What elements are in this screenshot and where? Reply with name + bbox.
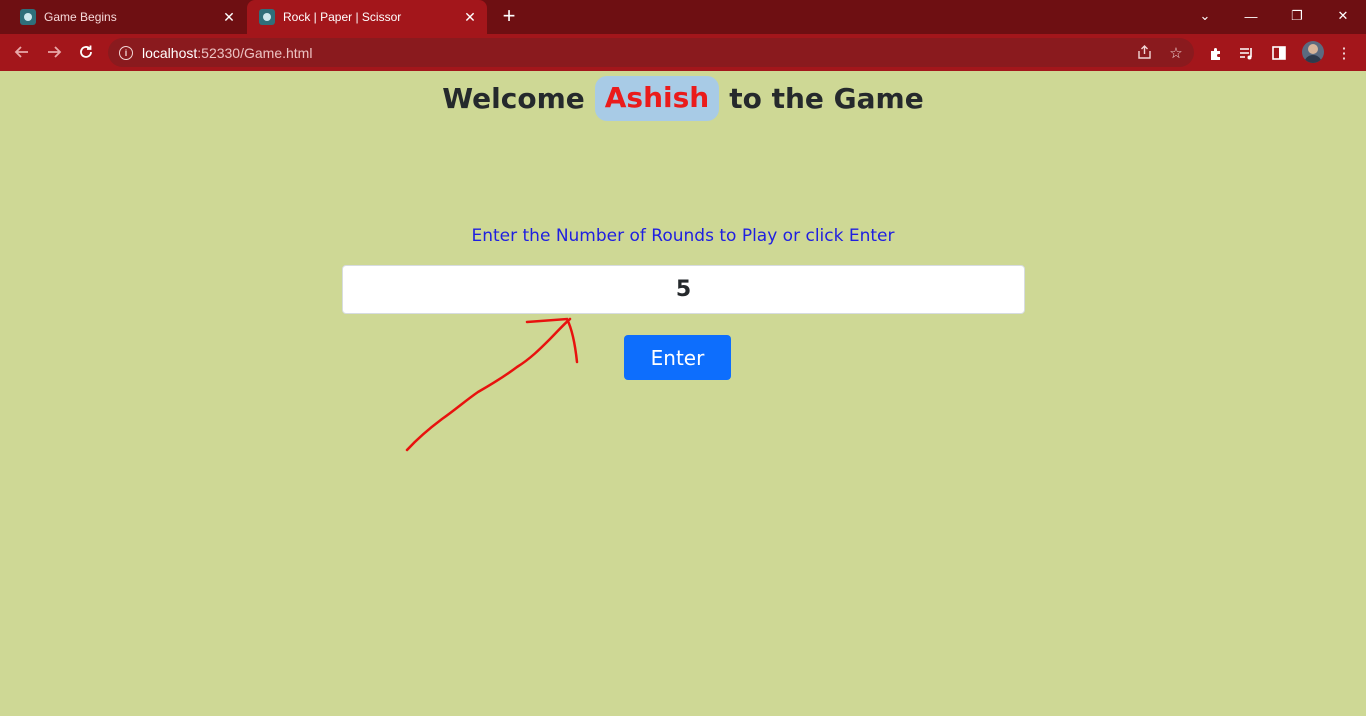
red-annotation-arrow: [405, 317, 579, 452]
heading-welcome: Welcome: [442, 81, 585, 115]
tab-rock-paper-scissor[interactable]: Rock | Paper | Scissor ✕: [247, 0, 487, 34]
url-host: localhost: [142, 44, 198, 61]
forward-arrow-icon[interactable]: [40, 38, 68, 66]
heading-to-the-game: to the Game: [729, 81, 924, 115]
page-content: Welcome Ashish to the Game Enter the Num…: [0, 71, 1366, 716]
restore-icon[interactable]: ❐: [1274, 0, 1320, 32]
annotation-arrow-shaft: [405, 317, 572, 452]
side-panel-icon[interactable]: [1265, 39, 1293, 67]
reload-icon[interactable]: [72, 38, 100, 66]
enter-button[interactable]: Enter: [624, 335, 731, 380]
tab-title: Rock | Paper | Scissor: [283, 10, 402, 24]
window-close-icon[interactable]: ✕: [1320, 0, 1366, 32]
profile-avatar[interactable]: [1302, 41, 1324, 63]
new-tab-plus-icon[interactable]: +: [497, 5, 521, 29]
page-title: Welcome Ashish to the Game: [0, 71, 1366, 125]
menu-dots-icon[interactable]: ⋮: [1330, 39, 1358, 67]
browser-toolbar: i localhost:52330/Game.html ☆ ⋮: [0, 34, 1366, 71]
tab-search-chevron-icon[interactable]: ⌄: [1182, 0, 1228, 32]
tab-favicon-icon: [20, 9, 36, 25]
tab-strip: Game Begins ✕ Rock | Paper | Scissor ✕ +…: [0, 0, 1366, 34]
tab-close-icon[interactable]: ✕: [459, 6, 481, 28]
info-icon[interactable]: i: [119, 45, 133, 60]
back-arrow-icon[interactable]: [8, 38, 36, 66]
url-path: :52330/Game.html: [197, 44, 313, 61]
extensions-icon[interactable]: [1202, 39, 1230, 67]
tab-game-begins[interactable]: Game Begins ✕: [0, 0, 246, 34]
tab-close-icon[interactable]: ✕: [218, 6, 240, 28]
annotation-arrow-head: [525, 317, 579, 364]
rounds-prompt: Enter the Number of Rounds to Play or cl…: [471, 226, 895, 246]
media-icon[interactable]: [1233, 39, 1261, 67]
tab-title: Game Begins: [44, 10, 117, 24]
rounds-input[interactable]: [342, 265, 1025, 314]
share-icon[interactable]: [1130, 38, 1158, 67]
tab-favicon-icon: [259, 9, 275, 25]
minimize-icon[interactable]: —: [1228, 0, 1274, 32]
address-bar[interactable]: i localhost:52330/Game.html ☆: [108, 38, 1194, 67]
player-name-badge: Ashish: [594, 75, 720, 121]
bookmark-star-icon[interactable]: ☆: [1162, 38, 1190, 67]
